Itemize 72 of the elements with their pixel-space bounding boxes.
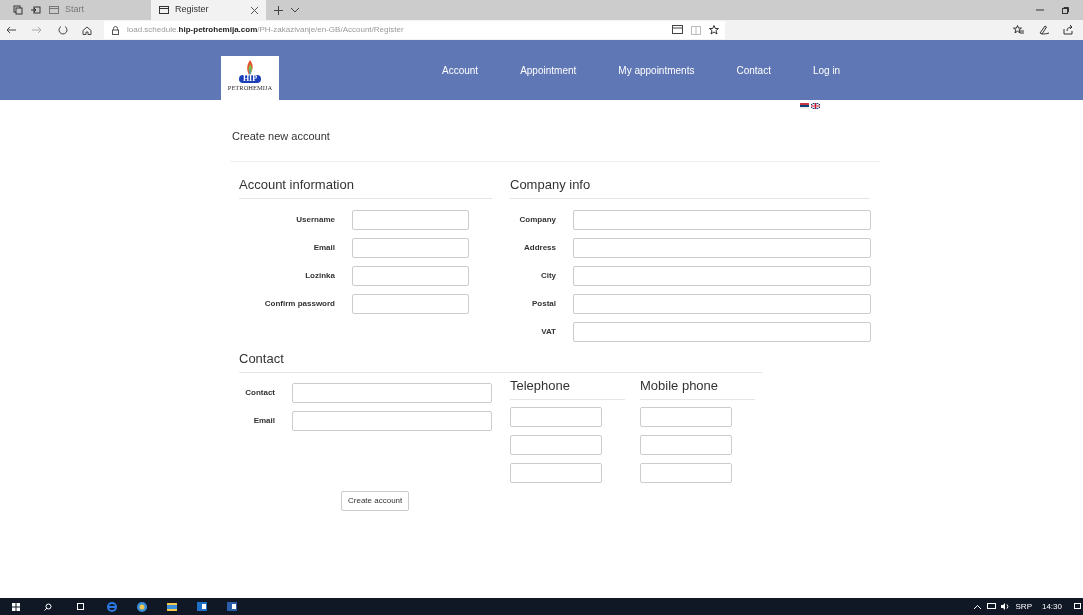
windows-icon[interactable] [12, 602, 20, 611]
text-field[interactable] [352, 294, 469, 314]
home-icon[interactable] [82, 25, 92, 35]
text-field[interactable] [573, 266, 871, 286]
text-field[interactable] [573, 322, 871, 342]
speaker-icon[interactable] [1000, 603, 1010, 610]
phone-field[interactable] [640, 435, 732, 455]
browser-tab[interactable]: Register [151, 0, 266, 20]
browser-e-icon[interactable] [107, 601, 117, 612]
tab-aside-icon[interactable] [31, 5, 41, 15]
section-heading: Company info [510, 177, 591, 192]
new-tab-icon[interactable] [274, 5, 283, 15]
field-label: Postal [531, 298, 556, 310]
field-label: Company [518, 214, 556, 226]
restore-icon[interactable] [1062, 6, 1069, 14]
page-title: Create new account [232, 130, 330, 142]
text-field[interactable] [573, 238, 871, 258]
nav-link[interactable]: My appointments [618, 62, 695, 78]
flame-icon [245, 60, 255, 75]
page-icon [159, 6, 169, 14]
field-label: VAT [540, 326, 556, 338]
favorites-icon[interactable] [1013, 25, 1024, 35]
refresh-icon[interactable] [58, 25, 68, 35]
field-label: Email [252, 415, 275, 427]
field-label: Username [295, 214, 335, 226]
share-icon[interactable] [1063, 25, 1073, 35]
nav-link[interactable]: Log in [812, 62, 841, 78]
clock[interactable]: 14:30 [1041, 600, 1062, 613]
chevron-up-icon[interactable] [973, 604, 981, 609]
text-field[interactable] [352, 266, 469, 286]
folder-icon[interactable] [167, 602, 177, 611]
phone-field[interactable] [510, 463, 602, 483]
reading-view-icon[interactable] [672, 25, 683, 35]
phone-field[interactable] [640, 407, 732, 427]
section-heading: Contact [239, 351, 284, 366]
create-account-button[interactable]: Create account [341, 491, 410, 511]
page-icon [49, 6, 59, 14]
address-bar[interactable]: load.schedule.hip-petrohemija.com/PH-zakazivanje/en-GB/Account/Register [104, 21, 725, 39]
section-heading: Mobile phone [640, 378, 719, 393]
phone-field[interactable] [510, 407, 602, 427]
text-field[interactable] [573, 210, 871, 230]
language-indicator[interactable]: SRP [1015, 600, 1032, 613]
text-field[interactable] [352, 238, 469, 258]
text-field[interactable] [573, 294, 871, 314]
text-field[interactable] [292, 383, 492, 403]
field-label: City [539, 270, 556, 282]
text-field[interactable] [352, 210, 469, 230]
star-icon[interactable] [709, 25, 719, 35]
section-heading: Account information [239, 177, 354, 192]
field-label: Confirm password [263, 298, 335, 310]
field-label: Address [523, 242, 556, 254]
lock-icon [112, 25, 119, 35]
text-field[interactable] [292, 411, 492, 431]
nav-link[interactable]: Contact [736, 62, 771, 78]
chevron-down-icon[interactable] [291, 7, 299, 13]
phone-field[interactable] [510, 435, 602, 455]
field-label: Lozinka [304, 270, 335, 282]
nav-link[interactable]: Account [442, 62, 479, 78]
pen-icon[interactable] [1039, 25, 1049, 35]
phone-field[interactable] [640, 463, 732, 483]
section-heading: Telephone [510, 378, 570, 393]
tabs-icon[interactable] [13, 5, 23, 15]
close-icon[interactable] [251, 6, 258, 14]
field-label: Email [312, 242, 335, 254]
field-label: Contact [244, 387, 275, 399]
serbian-flag-icon[interactable] [800, 103, 809, 109]
back-icon[interactable] [6, 26, 16, 34]
search-icon[interactable] [44, 602, 52, 611]
task-view-icon[interactable] [76, 603, 85, 610]
uk-flag-icon[interactable] [811, 103, 820, 109]
nav-link[interactable]: Appointment [520, 62, 577, 78]
logo-badge: HIP [238, 75, 262, 83]
